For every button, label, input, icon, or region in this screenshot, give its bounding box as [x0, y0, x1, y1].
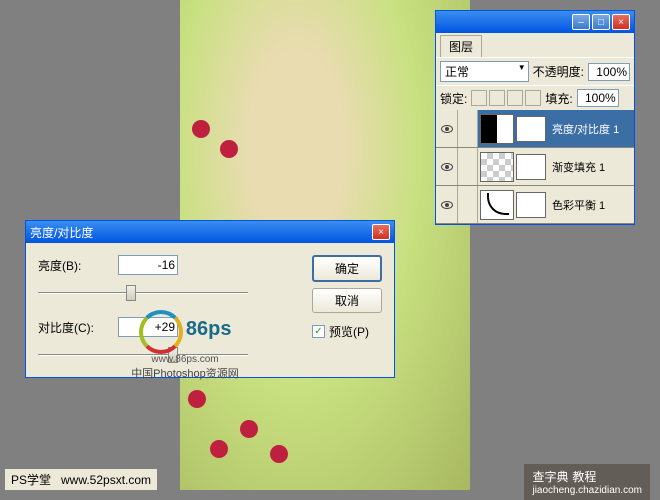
brightness-label: 亮度(B): — [38, 257, 108, 274]
layer-name: 渐变填充 1 — [546, 159, 634, 175]
layer-link-area[interactable] — [458, 148, 478, 185]
layers-panel: – □ × 图层 正常 不透明度: 100% 锁定: 填充: 100% 亮度/对… — [435, 10, 635, 225]
layer-thumbnail[interactable] — [480, 114, 514, 144]
watermark: 86ps www.86ps.com 中国Photoshop资源网 — [110, 310, 260, 381]
lock-icons — [471, 90, 541, 106]
lock-label: 锁定: — [440, 90, 467, 107]
dialog-title: 亮度/对比度 — [30, 224, 93, 241]
tab-layers[interactable]: 图层 — [440, 35, 482, 57]
dialog-close-button[interactable]: × — [372, 224, 390, 240]
brightness-input[interactable] — [118, 255, 178, 275]
brightness-slider-thumb[interactable] — [126, 285, 136, 301]
blend-mode-dropdown[interactable]: 正常 — [440, 61, 529, 82]
layer-thumbnail[interactable] — [480, 152, 514, 182]
cancel-button[interactable]: 取消 — [312, 288, 382, 313]
layer-mask-thumbnail[interactable] — [516, 116, 546, 142]
layer-link-area[interactable] — [458, 186, 478, 223]
layer-row[interactable]: 亮度/对比度 1 — [436, 110, 634, 148]
visibility-toggle[interactable] — [436, 148, 458, 185]
eye-icon — [441, 125, 453, 133]
visibility-toggle[interactable] — [436, 110, 458, 147]
footer-brand: 查字典 — [532, 470, 568, 484]
layer-name: 色彩平衡 1 — [546, 197, 634, 213]
eye-icon — [441, 201, 453, 209]
opacity-label: 不透明度: — [533, 63, 584, 80]
panel-tabs: 图层 — [436, 33, 634, 57]
footer-url: jiaocheng.chazidian.com — [532, 485, 642, 496]
fill-label: 填充: — [545, 90, 572, 107]
lock-all-icon[interactable] — [525, 90, 541, 106]
fill-input[interactable]: 100% — [577, 89, 619, 107]
close-button[interactable]: × — [612, 14, 630, 30]
ok-button[interactable]: 确定 — [312, 255, 382, 282]
watermark-desc: 中国Photoshop资源网 — [110, 365, 260, 381]
layers-list: 亮度/对比度 1 渐变填充 1 色彩平衡 1 — [436, 110, 634, 224]
contrast-label: 对比度(C): — [38, 319, 108, 336]
visibility-toggle[interactable] — [436, 186, 458, 223]
layer-row[interactable]: 色彩平衡 1 — [436, 186, 634, 224]
statusbar-url: www.52psxt.com — [61, 473, 151, 487]
preview-label: 预览(P) — [329, 323, 369, 340]
layers-panel-titlebar[interactable]: – □ × — [436, 11, 634, 33]
footer-label: 教程 — [572, 470, 596, 484]
opacity-input[interactable]: 100% — [588, 63, 630, 81]
layer-mask-thumbnail[interactable] — [516, 154, 546, 180]
lock-transparency-icon[interactable] — [471, 90, 487, 106]
layer-row[interactable]: 渐变填充 1 — [436, 148, 634, 186]
status-bar: PS学堂 www.52psxt.com — [5, 469, 157, 490]
layer-mask-thumbnail[interactable] — [516, 192, 546, 218]
eye-icon — [441, 163, 453, 171]
minimize-button[interactable]: – — [572, 14, 590, 30]
preview-checkbox[interactable]: ✓ — [312, 325, 325, 338]
dialog-titlebar[interactable]: 亮度/对比度 × — [26, 221, 394, 243]
logo-icon — [139, 310, 183, 354]
maximize-button[interactable]: □ — [592, 14, 610, 30]
brightness-slider[interactable] — [38, 283, 248, 303]
layer-link-area[interactable] — [458, 110, 478, 147]
footer-watermark: 查字典 教程 jiaocheng.chazidian.com — [524, 464, 650, 500]
lock-position-icon[interactable] — [507, 90, 523, 106]
statusbar-left: PS学堂 — [11, 471, 51, 488]
layer-name: 亮度/对比度 1 — [546, 121, 634, 137]
watermark-url: www.86ps.com — [110, 354, 260, 365]
layer-thumbnail[interactable] — [480, 190, 514, 220]
watermark-brand: 86ps — [186, 318, 232, 340]
lock-pixels-icon[interactable] — [489, 90, 505, 106]
